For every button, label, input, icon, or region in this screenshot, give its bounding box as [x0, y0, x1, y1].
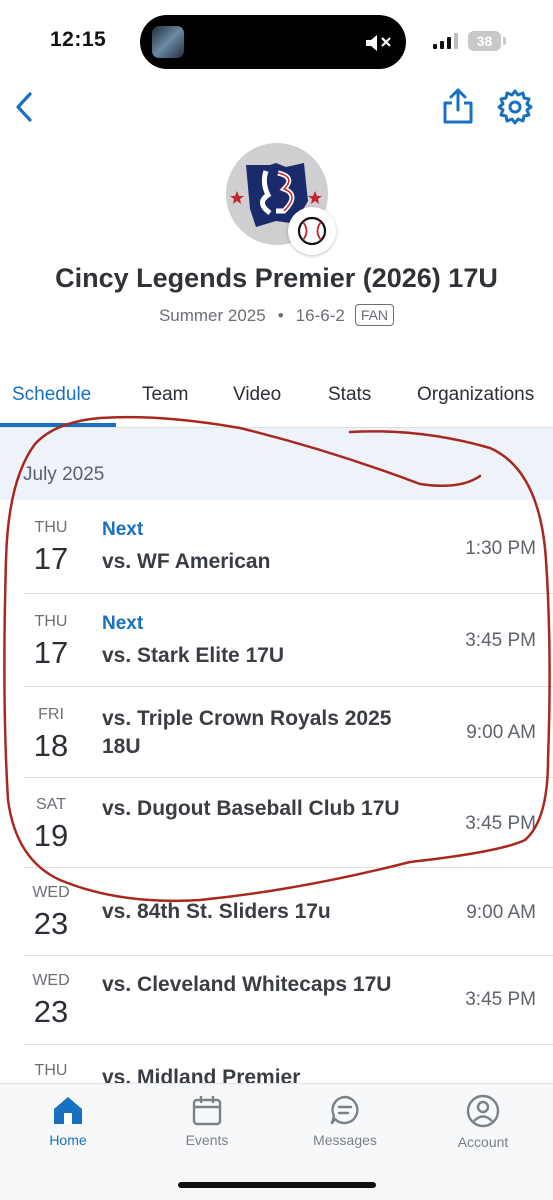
separator-dot: • [277, 306, 284, 325]
home-indicator [178, 1182, 376, 1188]
nav-home[interactable]: Home [18, 1094, 118, 1148]
nav-events[interactable]: Events [157, 1094, 257, 1148]
nav-home-label: Home [49, 1132, 87, 1148]
share-icon[interactable] [440, 87, 476, 125]
battery-icon: 38 [468, 31, 501, 51]
nav-messages[interactable]: Messages [295, 1094, 395, 1148]
game-day: 23 [33, 906, 69, 941]
cellular-signal-icon [433, 33, 458, 49]
red-circle-annotation [3, 415, 551, 903]
bluetooth-mute-icon [366, 35, 391, 51]
battery-cap [503, 37, 506, 45]
status-time: 12:15 [50, 28, 107, 51]
chat-icon [330, 1095, 359, 1125]
dynamic-island [140, 15, 406, 69]
home-icon [54, 1097, 82, 1124]
game-opponent: vs. Midland Premier [102, 1066, 301, 1083]
team-name: Cincy Legends Premier (2026) 17U [55, 263, 498, 293]
battery-level: 38 [476, 33, 493, 49]
now-playing-thumbnail [152, 26, 184, 58]
row-divider [23, 955, 553, 956]
baseball-icon [288, 207, 336, 255]
nav-account-label: Account [457, 1134, 509, 1150]
nav-account[interactable]: Account [433, 1094, 533, 1150]
back-chevron-icon[interactable] [10, 90, 40, 124]
game-time: 3:45 PM [465, 989, 536, 1010]
fan-badge: FAN [354, 304, 395, 326]
row-divider [23, 1044, 553, 1045]
game-weekday: THU [34, 1062, 68, 1079]
gear-icon[interactable] [497, 89, 533, 125]
game-day: 23 [33, 994, 69, 1029]
team-meta: Summer 2025 • 16-6-2 FAN [0, 304, 553, 326]
nav-messages-label: Messages [313, 1132, 377, 1148]
status-bar: 12:15 38 [0, 0, 553, 80]
game-opponent: vs. Cleveland Whitecaps 17U [102, 973, 392, 996]
nav-events-label: Events [185, 1132, 229, 1148]
person-icon [466, 1094, 500, 1128]
game-row[interactable]: WED 23 vs. Cleveland Whitecaps 17U 3:45 … [0, 955, 553, 1044]
team-record: 16-6-2 [295, 306, 345, 325]
season-label: Summer 2025 [158, 306, 266, 325]
game-row[interactable]: THU vs. Midland Premier [0, 1044, 553, 1083]
game-weekday: WED [32, 972, 70, 989]
calendar-icon [192, 1096, 222, 1126]
